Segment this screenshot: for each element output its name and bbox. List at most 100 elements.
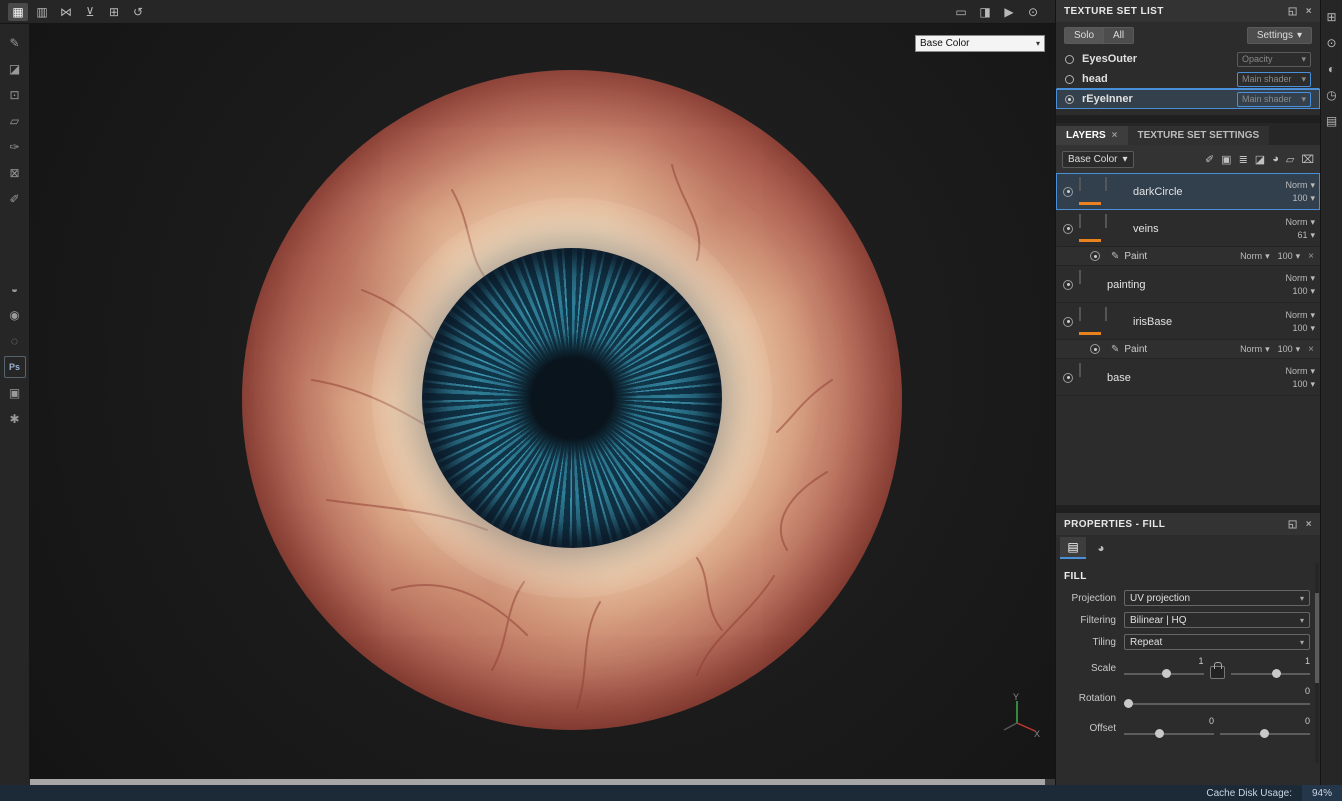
scrollbar-handle[interactable] xyxy=(1315,593,1319,683)
viewport-channel-dropdown[interactable]: Base Color ▾ xyxy=(915,35,1045,52)
blend-mode-dropdown[interactable]: Norm ▾ xyxy=(1285,310,1315,321)
projection-tool-icon[interactable]: ⊡ xyxy=(4,84,26,106)
blend-mode-dropdown[interactable]: Norm ▾ xyxy=(1285,217,1315,228)
camera-video-icon[interactable]: ▶ xyxy=(999,3,1019,21)
layer-row-veins[interactable]: veins Norm ▾ 61 ▾ xyxy=(1056,210,1320,247)
camera-photo-icon[interactable]: ⊙ xyxy=(1023,3,1043,21)
opacity-dropdown[interactable]: 100 ▾ xyxy=(1292,323,1315,334)
solo-button[interactable]: Solo xyxy=(1064,27,1104,44)
close-icon[interactable]: × xyxy=(1306,519,1312,530)
tab-texture-set-settings[interactable]: TEXTURE SET SETTINGS xyxy=(1127,126,1270,145)
pin-view-icon[interactable]: ◉ xyxy=(4,304,26,326)
layer-mask-thumbnail[interactable] xyxy=(1105,176,1127,206)
properties-scrollbar[interactable] xyxy=(1315,563,1319,763)
blend-mode-dropdown[interactable]: Norm ▾ xyxy=(1285,366,1315,377)
opacity-dropdown[interactable]: 100 ▾ xyxy=(1278,251,1301,262)
shader-dropdown[interactable]: Opacity ▾ xyxy=(1237,51,1311,67)
visibility-toggle-icon[interactable] xyxy=(1063,279,1073,290)
add-layer-icon[interactable]: ≣ xyxy=(1239,153,1248,166)
opacity-dropdown[interactable]: 100 ▾ xyxy=(1292,193,1315,204)
delete-layer-icon[interactable]: ⌧ xyxy=(1301,153,1314,166)
opacity-dropdown[interactable]: 61 ▾ xyxy=(1297,230,1315,241)
polygon-fill-tool-icon[interactable]: ▱ xyxy=(4,110,26,132)
popout-icon[interactable]: ◱ xyxy=(1288,6,1298,17)
blend-mode-dropdown[interactable]: Norm ▾ xyxy=(1240,251,1270,262)
layer-row-painting[interactable]: painting Norm ▾ 100 ▾ xyxy=(1056,266,1320,303)
add-fill-layer-icon[interactable]: ◪ xyxy=(1255,153,1265,166)
blend-mode-dropdown[interactable]: Norm ▾ xyxy=(1285,273,1315,284)
offset-y-slider[interactable] xyxy=(1220,727,1310,740)
visibility-toggle-icon[interactable] xyxy=(1063,223,1073,234)
layer-row-base[interactable]: base Norm ▾ 100 ▾ xyxy=(1056,359,1320,396)
viewport-3d[interactable]: Base Color ▾ Y X xyxy=(30,24,1055,779)
offset-x-slider[interactable] xyxy=(1124,727,1214,740)
scale-y-slider[interactable] xyxy=(1230,667,1310,680)
history-icon[interactable]: ↺ xyxy=(128,3,148,21)
shader-dropdown[interactable]: Main shader ▾ xyxy=(1237,91,1311,107)
add-smart-material-icon[interactable]: ▣ xyxy=(1221,153,1231,166)
smudge-tool-icon[interactable]: ✑ xyxy=(4,136,26,158)
radio-icon[interactable] xyxy=(1065,74,1074,84)
sub-layer-row-paint[interactable]: ✎ Paint Norm ▾ 100 ▾ × xyxy=(1056,340,1320,359)
display-icon[interactable]: ◐ xyxy=(1328,62,1335,76)
layers-channel-dropdown[interactable]: Base Color ▾ xyxy=(1062,150,1134,168)
rotation-slider[interactable] xyxy=(1124,697,1310,710)
close-icon[interactable]: × xyxy=(1112,130,1118,141)
effects-icon[interactable]: ✱ xyxy=(4,408,26,430)
material-picker-tool-icon[interactable]: ✐ xyxy=(4,188,26,210)
lock-icon[interactable] xyxy=(1209,662,1225,679)
tab-fill-icon[interactable]: ▤ xyxy=(1060,537,1086,559)
tab-material-icon[interactable]: ◕ xyxy=(1088,537,1114,559)
visibility-toggle-icon[interactable] xyxy=(1063,372,1073,383)
circle-select-icon[interactable]: ◌ xyxy=(4,330,26,352)
layer-thumbnail[interactable] xyxy=(1079,362,1101,392)
visibility-toggle-icon[interactable] xyxy=(1063,186,1073,197)
popout-icon[interactable]: ◱ xyxy=(1288,519,1298,530)
blend-mode-dropdown[interactable]: Norm ▾ xyxy=(1285,180,1315,191)
add-generator-icon[interactable]: ◕ xyxy=(1272,153,1279,166)
settings-button[interactable]: Settings ▾ xyxy=(1246,27,1312,44)
add-effect-icon[interactable]: ✐ xyxy=(1205,153,1214,166)
opacity-dropdown[interactable]: 100 ▾ xyxy=(1292,379,1315,390)
add-folder-icon[interactable]: ▱ xyxy=(1286,153,1294,166)
layer-mask-thumbnail[interactable] xyxy=(1105,306,1127,336)
shader-dropdown[interactable]: Main shader ▾ xyxy=(1237,71,1311,87)
history-log-icon[interactable]: ◷ xyxy=(1326,88,1336,102)
display-settings-icon[interactable]: ▭ xyxy=(951,3,971,21)
all-button[interactable]: All xyxy=(1103,27,1135,44)
layer-thumbnail[interactable] xyxy=(1079,269,1101,299)
layer-mask-thumbnail[interactable] xyxy=(1105,213,1127,243)
scale-x-slider[interactable] xyxy=(1124,667,1204,680)
photoshop-plugin-icon[interactable]: Ps xyxy=(3,356,26,378)
resources-icon[interactable]: ▣ xyxy=(4,382,26,404)
visibility-toggle-icon[interactable] xyxy=(1090,251,1100,261)
shelf-grid-icon[interactable]: ⊞ xyxy=(1326,10,1336,24)
notes-icon[interactable]: ▤ xyxy=(1326,114,1337,128)
layer-thumbnail[interactable] xyxy=(1079,176,1101,206)
remove-sub-layer-icon[interactable]: × xyxy=(1308,344,1314,355)
clone-tool-icon[interactable]: ⊠ xyxy=(4,162,26,184)
paint-tool-icon[interactable]: ✎ xyxy=(4,32,26,54)
radio-icon[interactable] xyxy=(1065,94,1074,104)
visibility-toggle-icon[interactable] xyxy=(1063,316,1073,327)
uv-layout-icon[interactable]: ▥ xyxy=(32,3,52,21)
blend-mode-dropdown[interactable]: Norm ▾ xyxy=(1240,344,1270,355)
display-sphere-icon[interactable]: ◒ xyxy=(4,278,26,300)
projection-dropdown[interactable]: UV projection ▾ xyxy=(1124,590,1310,606)
eraser-tool-icon[interactable]: ◪ xyxy=(4,58,26,80)
texture-set-row-head[interactable]: head Main shader ▾ xyxy=(1056,69,1320,89)
opacity-dropdown[interactable]: 100 ▾ xyxy=(1278,344,1301,355)
radio-icon[interactable] xyxy=(1065,54,1074,64)
remove-sub-layer-icon[interactable]: × xyxy=(1308,251,1314,262)
layer-thumbnail[interactable] xyxy=(1079,213,1101,243)
filtering-dropdown[interactable]: Bilinear | HQ ▾ xyxy=(1124,612,1310,628)
material-mode-icon[interactable]: ◨ xyxy=(975,3,995,21)
layer-thumbnail[interactable] xyxy=(1079,306,1101,336)
symmetry-icon[interactable]: ⊻ xyxy=(80,3,100,21)
visibility-toggle-icon[interactable] xyxy=(1090,344,1100,354)
mirror-view-icon[interactable]: ⋈ xyxy=(56,3,76,21)
close-icon[interactable]: × xyxy=(1306,6,1312,17)
viewport-layout-icon[interactable]: ▦ xyxy=(8,2,28,21)
add-resource-icon[interactable]: ⊞ xyxy=(104,3,124,21)
camera-icon[interactable]: ⊙ xyxy=(1326,36,1336,50)
